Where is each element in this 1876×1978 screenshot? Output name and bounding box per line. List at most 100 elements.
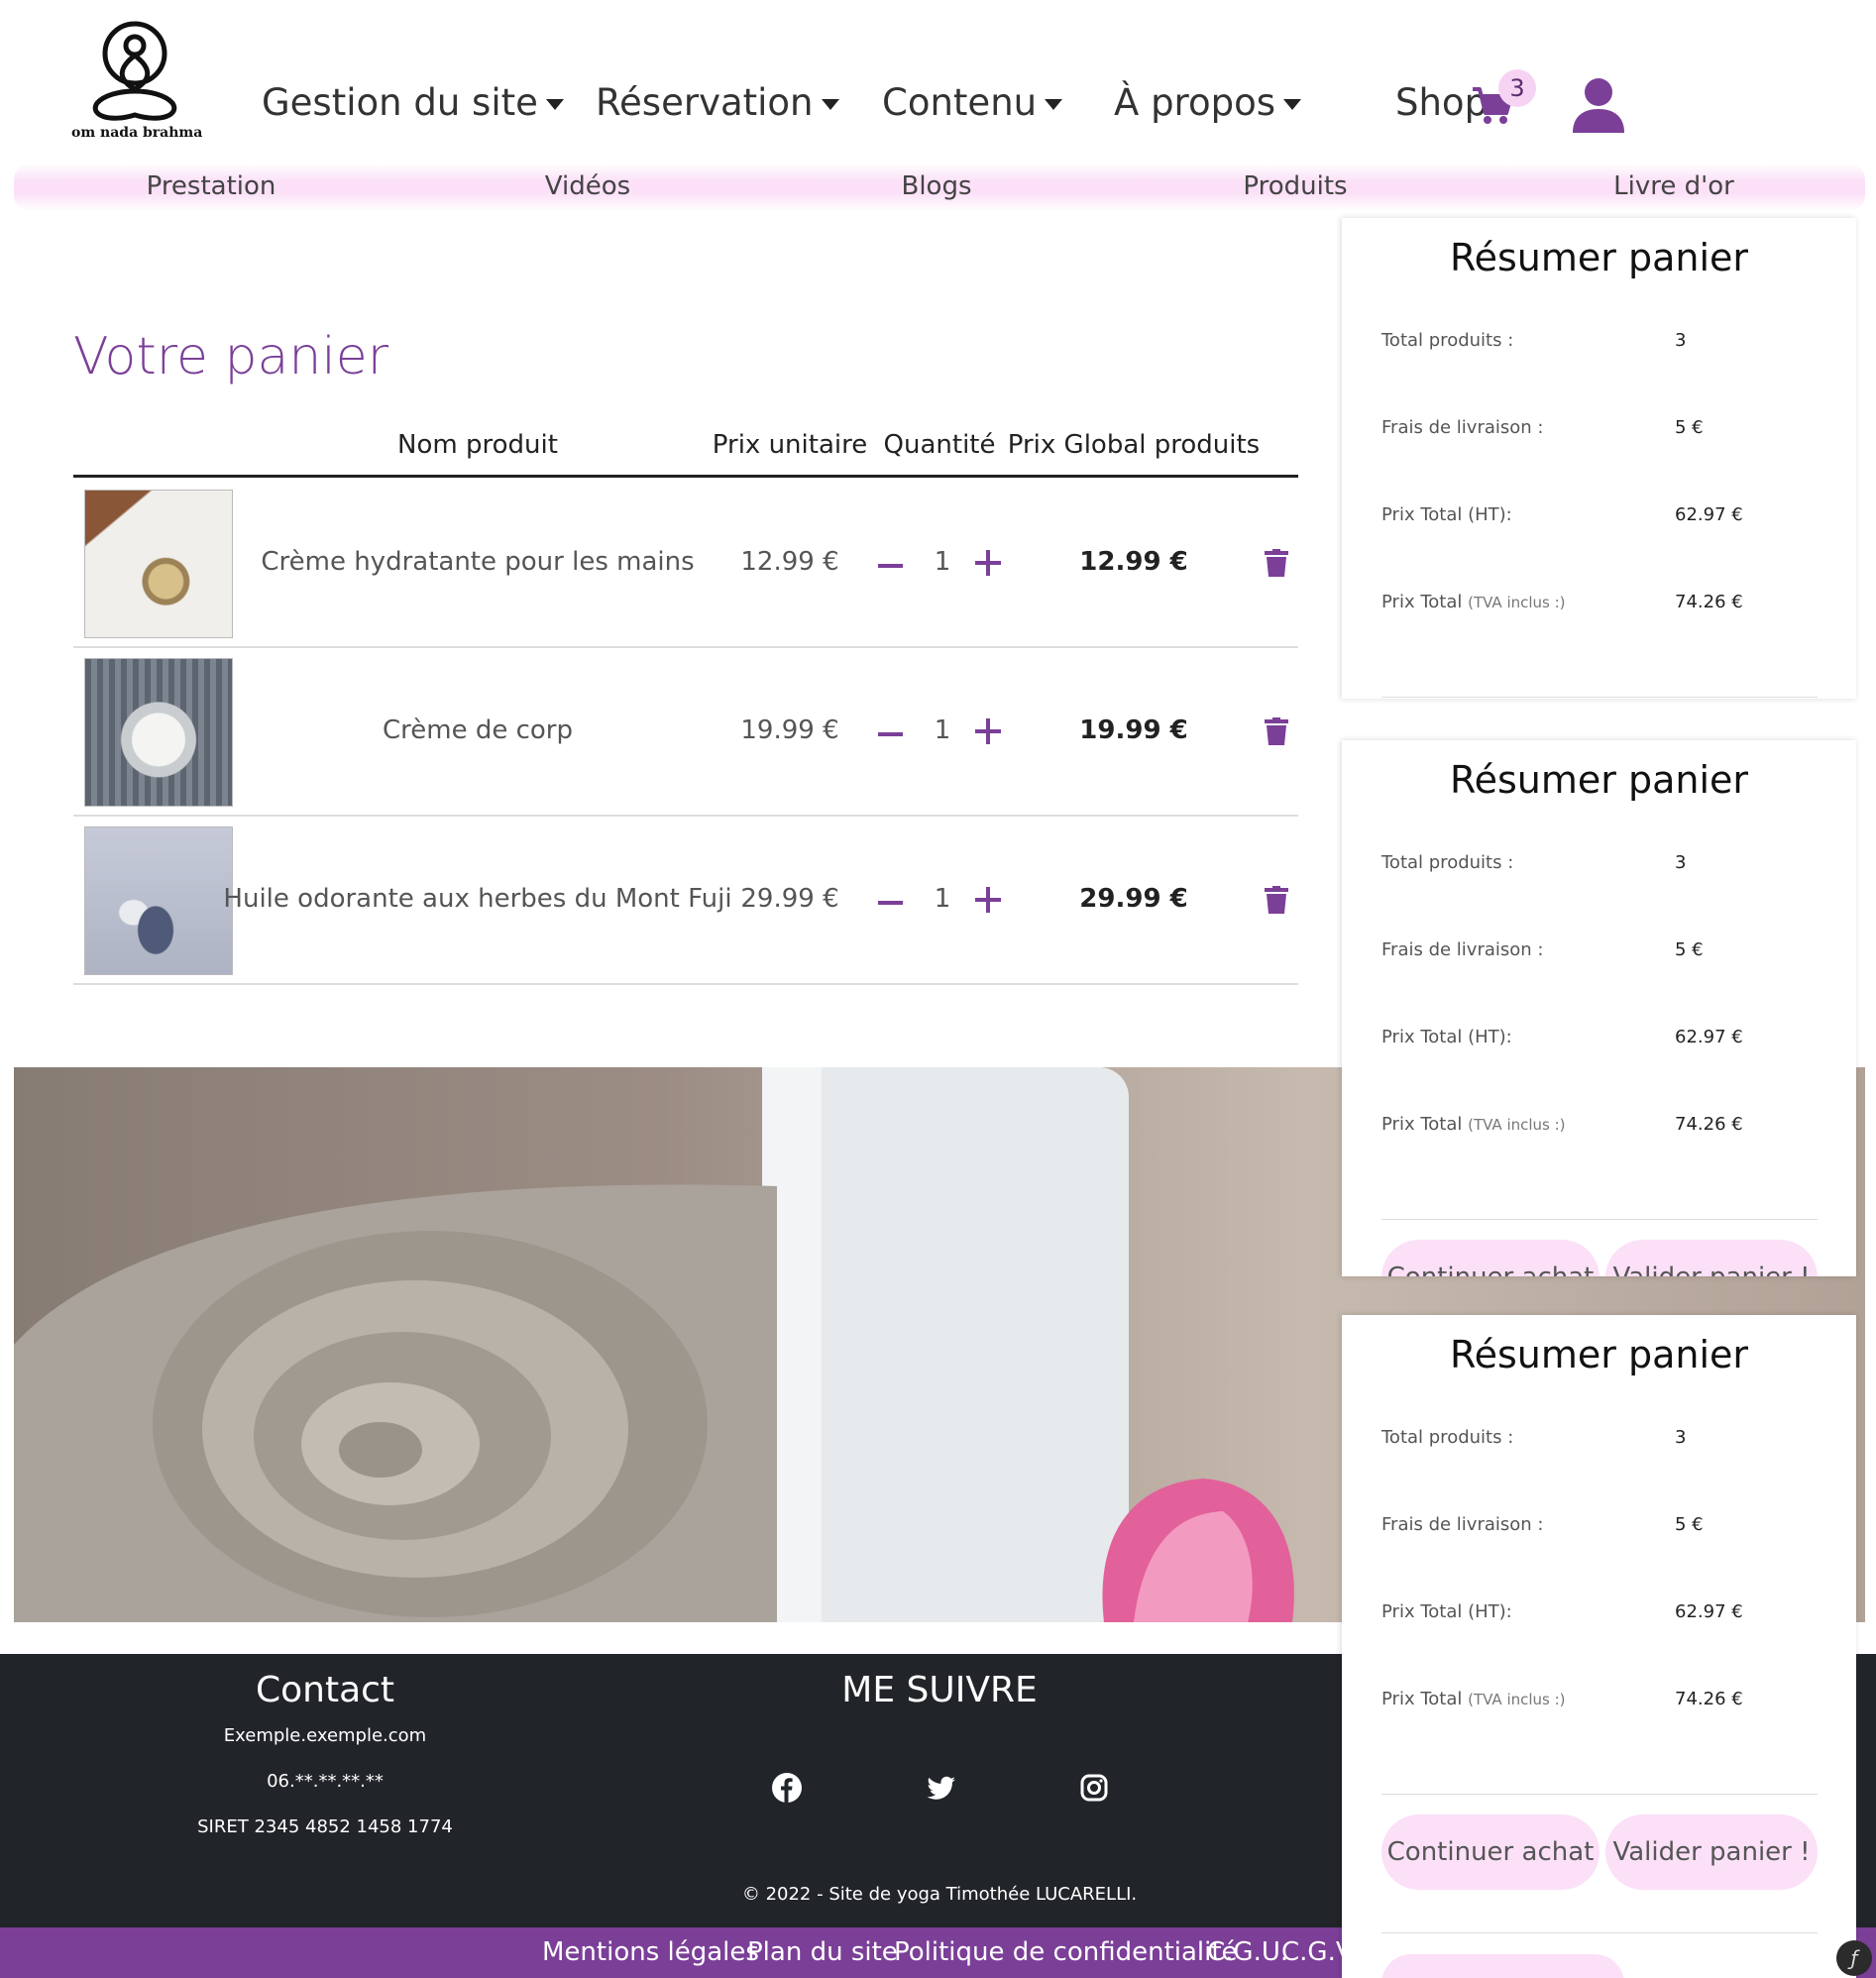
twitter-icon[interactable] — [927, 1773, 956, 1803]
column-header-total: Prix Global produits — [1007, 430, 1261, 460]
line-total: 29.99 € — [1079, 884, 1188, 914]
increase-quantity-button[interactable] — [975, 550, 1001, 576]
column-header-name: Nom produit — [397, 430, 558, 460]
table-header-divider — [73, 475, 1298, 478]
total-ttc-text: Prix Total — [1381, 1114, 1463, 1135]
total-products-value: 3 — [1675, 330, 1687, 351]
caret-down-icon — [1045, 99, 1063, 110]
total-ht-label: Prix Total (HT): — [1381, 1601, 1512, 1622]
total-ht-value: 62.97 € — [1675, 504, 1743, 525]
column-header-quantity: Quantité — [883, 430, 996, 460]
subnav-item-videos[interactable]: Vidéos — [545, 171, 630, 201]
product-name: Crème hydratante pour les mains — [261, 547, 695, 577]
product-image-herbal-oil — [84, 826, 233, 975]
shipping-label: Frais de livraison : — [1381, 1514, 1544, 1535]
user-account-icon[interactable] — [1570, 77, 1627, 135]
legal-link-cgu[interactable]: C.G.U. — [1207, 1937, 1288, 1967]
product-name: Huile odorante aux herbes du Mont Fuji — [223, 884, 732, 914]
total-products-label: Total produits : — [1381, 852, 1514, 873]
page-title: Votre panier — [73, 327, 389, 386]
legal-link-confidentialite[interactable]: Politique de confidentialité — [894, 1937, 1238, 1967]
symfony-toolbar-icon[interactable]: ƒ — [1836, 1940, 1872, 1976]
total-ht-value: 62.97 € — [1675, 1601, 1743, 1622]
unit-price: 19.99 € — [740, 715, 839, 745]
contact-email[interactable]: Exemple.exemple.com — [224, 1725, 426, 1746]
follow-title: ME SUIVRE — [841, 1670, 1038, 1710]
instagram-icon[interactable] — [1079, 1773, 1109, 1803]
table-row: Crème de corp 19.99 € 1 19.99 € — [73, 648, 1298, 817]
validate-cart-button[interactable]: Valider panier ! — [1605, 1814, 1818, 1890]
site-logo[interactable]: om nada brahma — [71, 16, 202, 147]
nav-label: Contenu — [882, 81, 1038, 124]
trash-icon[interactable] — [1265, 717, 1288, 745]
subnav-item-blogs[interactable]: Blogs — [901, 171, 971, 201]
decrease-quantity-button[interactable] — [878, 732, 903, 736]
contact-siret: SIRET 2345 4852 1458 1774 — [197, 1816, 453, 1837]
nav-a-propos[interactable]: À propos — [1114, 81, 1301, 124]
nav-gestion-du-site[interactable]: Gestion du site — [262, 81, 564, 124]
empty-cart-button[interactable] — [1381, 1954, 1624, 1978]
column-header-unit-price: Prix unitaire — [712, 430, 868, 460]
continue-shopping-button[interactable]: Continuer achat — [1381, 1240, 1600, 1276]
total-ht-value: 62.97 € — [1675, 1027, 1743, 1047]
shipping-value: 5 € — [1675, 1514, 1704, 1535]
subnav-item-livre-dor[interactable]: Livre d'or — [1613, 171, 1734, 201]
summary-title: Résumer panier — [1449, 758, 1749, 802]
cart-summary-card: Résumer panier Total produits : 3 Frais … — [1342, 218, 1856, 699]
unit-price: 12.99 € — [740, 547, 839, 577]
tva-note: (TVA inclus :) — [1468, 1116, 1566, 1134]
legal-link-mentions[interactable]: Mentions légales — [542, 1937, 759, 1967]
unit-price: 29.99 € — [740, 884, 839, 914]
contact-phone[interactable]: 06.**.**.**.** — [267, 1771, 384, 1792]
shipping-label: Frais de livraison : — [1381, 939, 1544, 960]
nav-label: Réservation — [596, 81, 814, 124]
cart-page: om nada brahma Gestion du site Réservati… — [0, 0, 1876, 1978]
tva-note: (TVA inclus :) — [1468, 594, 1566, 611]
total-products-value: 3 — [1675, 852, 1687, 873]
total-ttc-text: Prix Total — [1381, 1689, 1463, 1709]
subnav-item-prestation[interactable]: Prestation — [147, 171, 276, 201]
trash-icon[interactable] — [1265, 886, 1288, 914]
caret-down-icon — [545, 99, 564, 110]
total-ttc-label: Prix Total (TVA inclus :) — [1381, 1114, 1566, 1135]
total-ttc-value: 74.26 € — [1675, 592, 1743, 612]
summary-divider — [1381, 1219, 1818, 1220]
trash-icon[interactable] — [1265, 549, 1288, 577]
product-image-hand-cream — [84, 490, 233, 638]
legal-link-plan-du-site[interactable]: Plan du site — [747, 1937, 898, 1967]
total-ttc-label: Prix Total (TVA inclus :) — [1381, 592, 1566, 612]
increase-quantity-button[interactable] — [975, 718, 1001, 744]
cart-count-badge: 3 — [1498, 69, 1536, 107]
logo-text: om nada brahma — [71, 125, 203, 141]
continue-shopping-button[interactable]: Continuer achat — [1381, 1814, 1600, 1890]
nav-contenu[interactable]: Contenu — [882, 81, 1063, 124]
nav-reservation[interactable]: Réservation — [596, 81, 839, 124]
table-row: Huile odorante aux herbes du Mont Fuji 2… — [73, 817, 1298, 985]
contact-title: Contact — [255, 1670, 395, 1710]
increase-quantity-button[interactable] — [975, 887, 1001, 913]
tva-note: (TVA inclus :) — [1468, 1691, 1566, 1708]
cart-summary-card: Résumer panier Total produits : 3 Frais … — [1342, 740, 1856, 1276]
validate-cart-button[interactable]: Valider panier ! — [1605, 1240, 1818, 1276]
shipping-value: 5 € — [1675, 939, 1704, 960]
subnav-item-produits[interactable]: Produits — [1243, 171, 1347, 201]
line-total: 12.99 € — [1079, 547, 1188, 577]
summary-divider — [1381, 1932, 1818, 1933]
cart-summary-card: Résumer panier Total produits : 3 Frais … — [1342, 1315, 1856, 1978]
total-ttc-text: Prix Total — [1381, 592, 1463, 612]
facebook-icon[interactable] — [772, 1773, 802, 1803]
total-products-label: Total produits : — [1381, 330, 1514, 351]
total-ttc-label: Prix Total (TVA inclus :) — [1381, 1689, 1566, 1709]
shipping-value: 5 € — [1675, 417, 1704, 438]
nav-label: À propos — [1114, 81, 1275, 124]
secondary-nav: Prestation Vidéos Blogs Produits Livre d… — [14, 164, 1865, 211]
summary-title: Résumer panier — [1449, 236, 1749, 279]
total-ht-label: Prix Total (HT): — [1381, 1027, 1512, 1047]
copyright-text: © 2022 - Site de yoga Timothée LUCARELLI… — [741, 1884, 1138, 1905]
decrease-quantity-button[interactable] — [878, 901, 903, 905]
summary-divider — [1381, 697, 1818, 698]
product-name: Crème de corp — [382, 715, 574, 745]
total-ht-label: Prix Total (HT): — [1381, 504, 1512, 525]
decrease-quantity-button[interactable] — [878, 564, 903, 568]
quantity-value: 1 — [934, 884, 951, 914]
